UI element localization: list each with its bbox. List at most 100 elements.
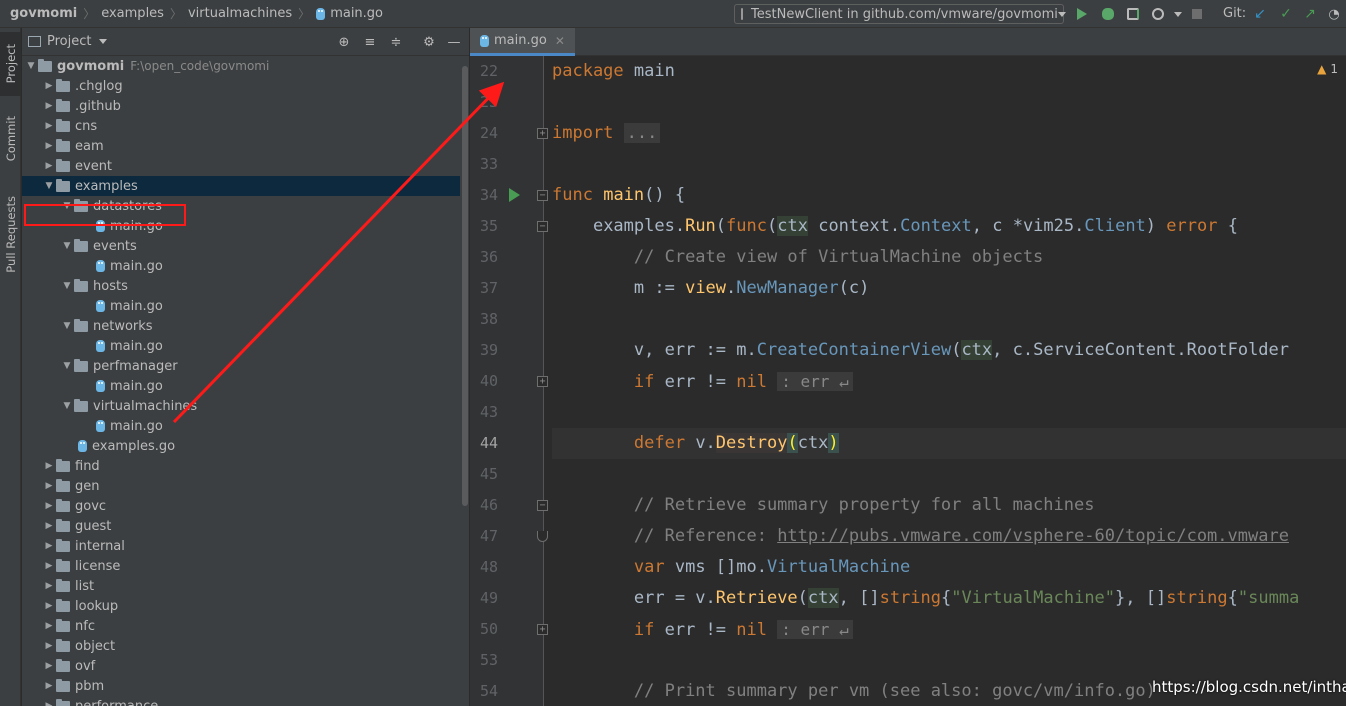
tree-folder[interactable]: ▶ find: [22, 456, 460, 476]
chevron-right-icon[interactable]: ▶: [42, 521, 56, 531]
tree-folder-selected[interactable]: ▼ examples: [22, 176, 460, 196]
tree-scrollbar[interactable]: [460, 56, 469, 706]
debug-button[interactable]: [1100, 6, 1116, 22]
tree-folder[interactable]: ▶ .github: [22, 96, 460, 116]
tree-folder[interactable]: ▶ pbm: [22, 676, 460, 696]
folded-region[interactable]: : err ↵: [777, 620, 853, 639]
arrow-up-right-icon: ↗: [1304, 6, 1316, 22]
tree-file[interactable]: main.go: [22, 376, 460, 396]
fold-expand-icon[interactable]: +: [537, 624, 548, 635]
tree-folder[interactable]: ▶ performance: [22, 696, 460, 706]
expand-all-icon[interactable]: ≡: [362, 34, 378, 50]
tab-main-go[interactable]: main.go ✕: [470, 28, 575, 56]
chevron-right-icon[interactable]: ▶: [42, 81, 56, 91]
inspection-widget[interactable]: ▲ 1: [1317, 62, 1338, 76]
chevron-down-icon[interactable]: ▼: [60, 281, 74, 291]
tree-folder[interactable]: ▼ hosts: [22, 276, 460, 296]
chevron-right-icon[interactable]: ▶: [42, 601, 56, 611]
pull-requests-tool-tab[interactable]: Pull Requests: [0, 186, 21, 282]
gear-icon[interactable]: ⚙: [421, 34, 437, 50]
breadcrumb-examples[interactable]: examples: [101, 6, 164, 21]
run-configuration-select[interactable]: TestNewClient in github.com/vmware/govmo…: [734, 4, 1066, 24]
fold-expand-icon[interactable]: +: [537, 376, 548, 387]
git-update-button[interactable]: ↙: [1252, 6, 1268, 22]
tree-file[interactable]: main.go: [22, 296, 460, 316]
chevron-down-icon[interactable]: ▼: [60, 321, 74, 331]
tree-folder[interactable]: ▶ .chglog: [22, 76, 460, 96]
folded-region[interactable]: : err ↵: [777, 372, 853, 391]
coverage-button[interactable]: [1125, 6, 1141, 22]
tree-folder[interactable]: ▶ eam: [22, 136, 460, 156]
chevron-down-icon[interactable]: ▼: [60, 401, 74, 411]
tree-folder[interactable]: ▶ event: [22, 156, 460, 176]
tree-file[interactable]: main.go: [22, 256, 460, 276]
project-view-select[interactable]: Project: [47, 34, 91, 49]
hide-panel-icon[interactable]: —: [446, 34, 462, 50]
chevron-right-icon[interactable]: ▶: [42, 121, 56, 131]
chevron-right-icon[interactable]: ▶: [42, 621, 56, 631]
chevron-right-icon[interactable]: ▶: [42, 541, 56, 551]
chevron-right-icon[interactable]: ▶: [42, 641, 56, 651]
chevron-down-icon[interactable]: ▼: [24, 61, 38, 71]
run-button[interactable]: [1074, 6, 1090, 22]
chevron-right-icon[interactable]: ▶: [42, 141, 56, 151]
chevron-right-icon[interactable]: ▶: [42, 581, 56, 591]
fold-expand-icon[interactable]: +: [537, 128, 548, 139]
tree-folder[interactable]: ▼ virtualmachines: [22, 396, 460, 416]
chevron-right-icon[interactable]: ▶: [42, 161, 56, 171]
chevron-right-icon[interactable]: ▶: [42, 681, 56, 691]
tree-folder[interactable]: ▶ license: [22, 556, 460, 576]
tree-folder[interactable]: ▶ lookup: [22, 596, 460, 616]
tree-folder[interactable]: ▼ networks: [22, 316, 460, 336]
chevron-right-icon[interactable]: ▶: [42, 501, 56, 511]
tree-file[interactable]: examples.go: [22, 436, 460, 456]
chevron-right-icon[interactable]: ▶: [42, 101, 56, 111]
chevron-down-icon[interactable]: ▼: [60, 361, 74, 371]
chevron-down-icon[interactable]: [99, 39, 108, 44]
breadcrumb-file[interactable]: main.go: [330, 6, 383, 21]
tree-folder[interactable]: ▶ list: [22, 576, 460, 596]
close-icon[interactable]: ✕: [555, 34, 565, 48]
tree-file[interactable]: main.go: [22, 336, 460, 356]
scrollbar-thumb[interactable]: [462, 66, 468, 506]
chevron-right-icon[interactable]: ▶: [42, 561, 56, 571]
code-area[interactable]: package main import ... func main() { ex…: [552, 56, 1346, 706]
stop-button[interactable]: [1189, 6, 1205, 22]
tree-folder[interactable]: ▶ ovf: [22, 656, 460, 676]
chevron-right-icon[interactable]: ▶: [42, 701, 56, 706]
profile-button[interactable]: [1150, 6, 1166, 22]
tree-folder[interactable]: ▶ cns: [22, 116, 460, 136]
chevron-down-icon[interactable]: ▼: [60, 241, 74, 251]
collapse-all-icon[interactable]: ≑: [388, 34, 404, 50]
tree-root[interactable]: ▼ govmomi F:\open_code\govmomi: [22, 56, 460, 76]
more-run-options[interactable]: [1170, 6, 1186, 22]
commit-tool-tab[interactable]: Commit: [0, 108, 21, 170]
tree-folder[interactable]: ▶ nfc: [22, 616, 460, 636]
project-tool-tab[interactable]: Project: [0, 32, 21, 96]
fold-collapse-icon[interactable]: −: [537, 221, 548, 232]
fold-collapse-icon[interactable]: −: [537, 190, 548, 201]
tree-folder[interactable]: ▼ perfmanager: [22, 356, 460, 376]
chevron-right-icon[interactable]: ▶: [42, 661, 56, 671]
chevron-down-icon[interactable]: ▼: [42, 181, 56, 191]
breadcrumb-project[interactable]: govmomi: [10, 6, 77, 21]
chevron-right-icon[interactable]: ▶: [42, 461, 56, 471]
locate-file-icon[interactable]: ⊕: [336, 34, 352, 50]
folded-region[interactable]: ...: [623, 123, 661, 143]
fold-collapse-icon[interactable]: −: [537, 500, 548, 511]
comment-link[interactable]: http://pubs.vmware.com/vsphere-60/topic/…: [777, 526, 1289, 546]
git-history-button[interactable]: ◔: [1326, 6, 1342, 22]
git-push-button[interactable]: ↗: [1302, 6, 1318, 22]
tree-folder[interactable]: ▶ govc: [22, 496, 460, 516]
chevron-right-icon[interactable]: ▶: [42, 481, 56, 491]
run-gutter-icon[interactable]: [509, 188, 520, 202]
tree-file[interactable]: main.go: [22, 416, 460, 436]
tree-folder[interactable]: ▼ events: [22, 236, 460, 256]
fold-end-icon[interactable]: [537, 531, 548, 542]
git-commit-button[interactable]: ✓: [1278, 6, 1294, 22]
tree-folder[interactable]: ▶ gen: [22, 476, 460, 496]
breadcrumb-virtualmachines[interactable]: virtualmachines: [188, 6, 292, 21]
tree-folder[interactable]: ▶ guest: [22, 516, 460, 536]
tree-folder[interactable]: ▶ internal: [22, 536, 460, 556]
tree-folder[interactable]: ▶ object: [22, 636, 460, 656]
